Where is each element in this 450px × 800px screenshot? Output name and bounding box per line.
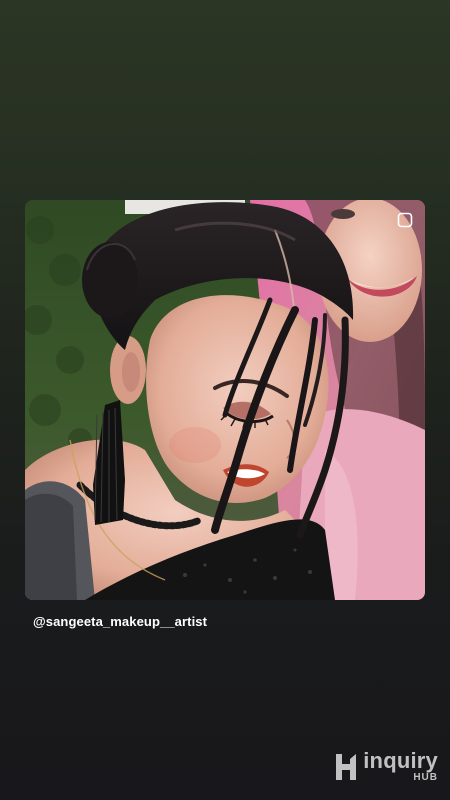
portrait-photo (25, 200, 425, 600)
story-photo-card[interactable] (25, 200, 425, 600)
watermark-word: inquiry (363, 748, 438, 773)
watermark-sub: HUB (413, 772, 438, 783)
inquiry-hub-watermark: inquiry HUB (333, 750, 438, 784)
mention-handle[interactable]: @sangeeta_makeup__artist (33, 614, 207, 629)
watermark-text: inquiry HUB (363, 750, 438, 783)
multi-photo-icon[interactable] (397, 212, 413, 228)
hub-logo-icon (336, 754, 357, 780)
